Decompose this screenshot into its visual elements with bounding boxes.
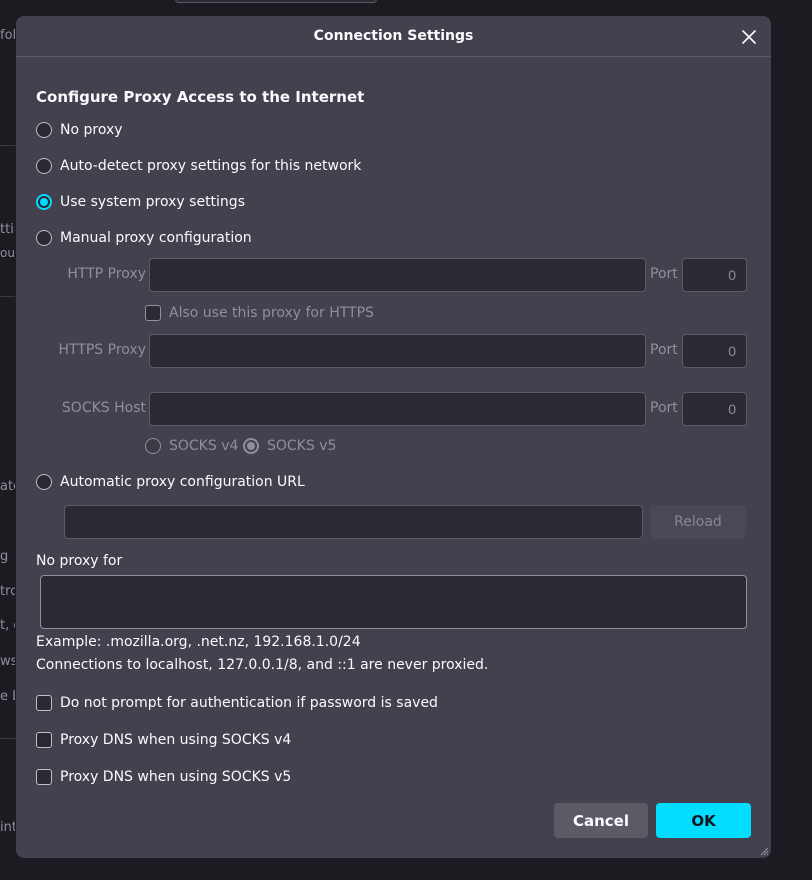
checkbox-label: Also use this proxy for HTTPS <box>169 305 374 321</box>
radio-socks-v4[interactable]: SOCKS v4 <box>145 436 238 456</box>
checkbox-label: Proxy DNS when using SOCKS v4 <box>60 732 292 748</box>
http-port-label: Port <box>650 266 678 282</box>
background-divider <box>0 145 16 146</box>
ok-button[interactable]: OK <box>656 803 751 838</box>
checkbox-label: Do not prompt for authentication if pass… <box>60 695 438 711</box>
radio-label: Manual proxy configuration <box>60 230 252 246</box>
reload-button[interactable]: Reload <box>650 505 746 539</box>
socks-port-input[interactable] <box>682 392 747 426</box>
also-https-checkbox-row[interactable]: Also use this proxy for HTTPS <box>145 303 374 323</box>
radio-circle[interactable] <box>36 158 52 174</box>
background-text: fol <box>0 28 17 43</box>
https-port-input[interactable] <box>682 334 747 368</box>
radio-label: SOCKS v4 <box>169 438 239 454</box>
https-proxy-label: HTTPS Proxy <box>58 342 146 358</box>
radio-label: No proxy <box>60 122 123 138</box>
radio-circle[interactable] <box>145 438 161 454</box>
radio-circle[interactable] <box>36 122 52 138</box>
no-proxy-for-label: No proxy for <box>36 553 123 569</box>
dns-socks5-row[interactable]: Proxy DNS when using SOCKS v5 <box>36 767 291 787</box>
dns-socks5-checkbox[interactable] <box>36 769 52 785</box>
socks-host-label: SOCKS Host <box>61 400 146 416</box>
radio-label: SOCKS v5 <box>267 438 337 454</box>
http-proxy-label: HTTP Proxy <box>67 266 146 282</box>
radio-socks-v5[interactable]: SOCKS v5 <box>243 436 336 456</box>
http-proxy-input[interactable] <box>149 258 646 292</box>
cancel-button[interactable]: Cancel <box>554 803 648 838</box>
radio-system-proxy[interactable]: Use system proxy settings <box>36 192 245 212</box>
radio-auto-url[interactable]: Automatic proxy configuration URL <box>36 472 305 492</box>
background-text: g <box>0 549 9 564</box>
http-port-input[interactable] <box>682 258 747 292</box>
no-proxy-for-textarea[interactable] <box>40 575 747 629</box>
radio-auto-detect[interactable]: Auto-detect proxy settings for this netw… <box>36 156 361 176</box>
connection-settings-dialog: Connection Settings Configure Proxy Acce… <box>16 16 771 858</box>
dns-socks4-row[interactable]: Proxy DNS when using SOCKS v4 <box>36 730 291 750</box>
dns-socks4-checkbox[interactable] <box>36 732 52 748</box>
socks-host-input[interactable] <box>149 392 646 426</box>
auto-url-input[interactable] <box>64 505 643 539</box>
radio-label: Automatic proxy configuration URL <box>60 474 305 490</box>
radio-manual[interactable]: Manual proxy configuration <box>36 228 252 248</box>
also-https-checkbox[interactable] <box>145 305 161 321</box>
checkbox-label: Proxy DNS when using SOCKS v5 <box>60 769 292 785</box>
https-proxy-input[interactable] <box>149 334 646 368</box>
background-divider <box>0 296 16 297</box>
https-port-label: Port <box>650 342 678 358</box>
radio-circle-selected[interactable] <box>36 194 52 210</box>
background-divider <box>0 738 16 739</box>
radio-label: Use system proxy settings <box>60 194 245 210</box>
background-input <box>175 0 377 3</box>
radio-circle[interactable] <box>36 474 52 490</box>
no-prompt-auth-checkbox[interactable] <box>36 695 52 711</box>
background-text: int <box>0 820 17 835</box>
section-heading: Configure Proxy Access to the Internet <box>36 88 365 106</box>
radio-no-proxy[interactable]: No proxy <box>36 120 123 140</box>
example-text: Example: .mozilla.org, .net.nz, 192.168.… <box>36 634 361 650</box>
radio-circle-selected[interactable] <box>243 438 259 454</box>
no-prompt-auth-row[interactable]: Do not prompt for authentication if pass… <box>36 693 438 713</box>
socks-port-label: Port <box>650 400 678 416</box>
radio-label: Auto-detect proxy settings for this netw… <box>60 158 362 174</box>
resize-grip-icon[interactable] <box>759 846 769 856</box>
localhost-note: Connections to localhost, 127.0.0.1/8, a… <box>36 657 489 673</box>
radio-circle[interactable] <box>36 230 52 246</box>
